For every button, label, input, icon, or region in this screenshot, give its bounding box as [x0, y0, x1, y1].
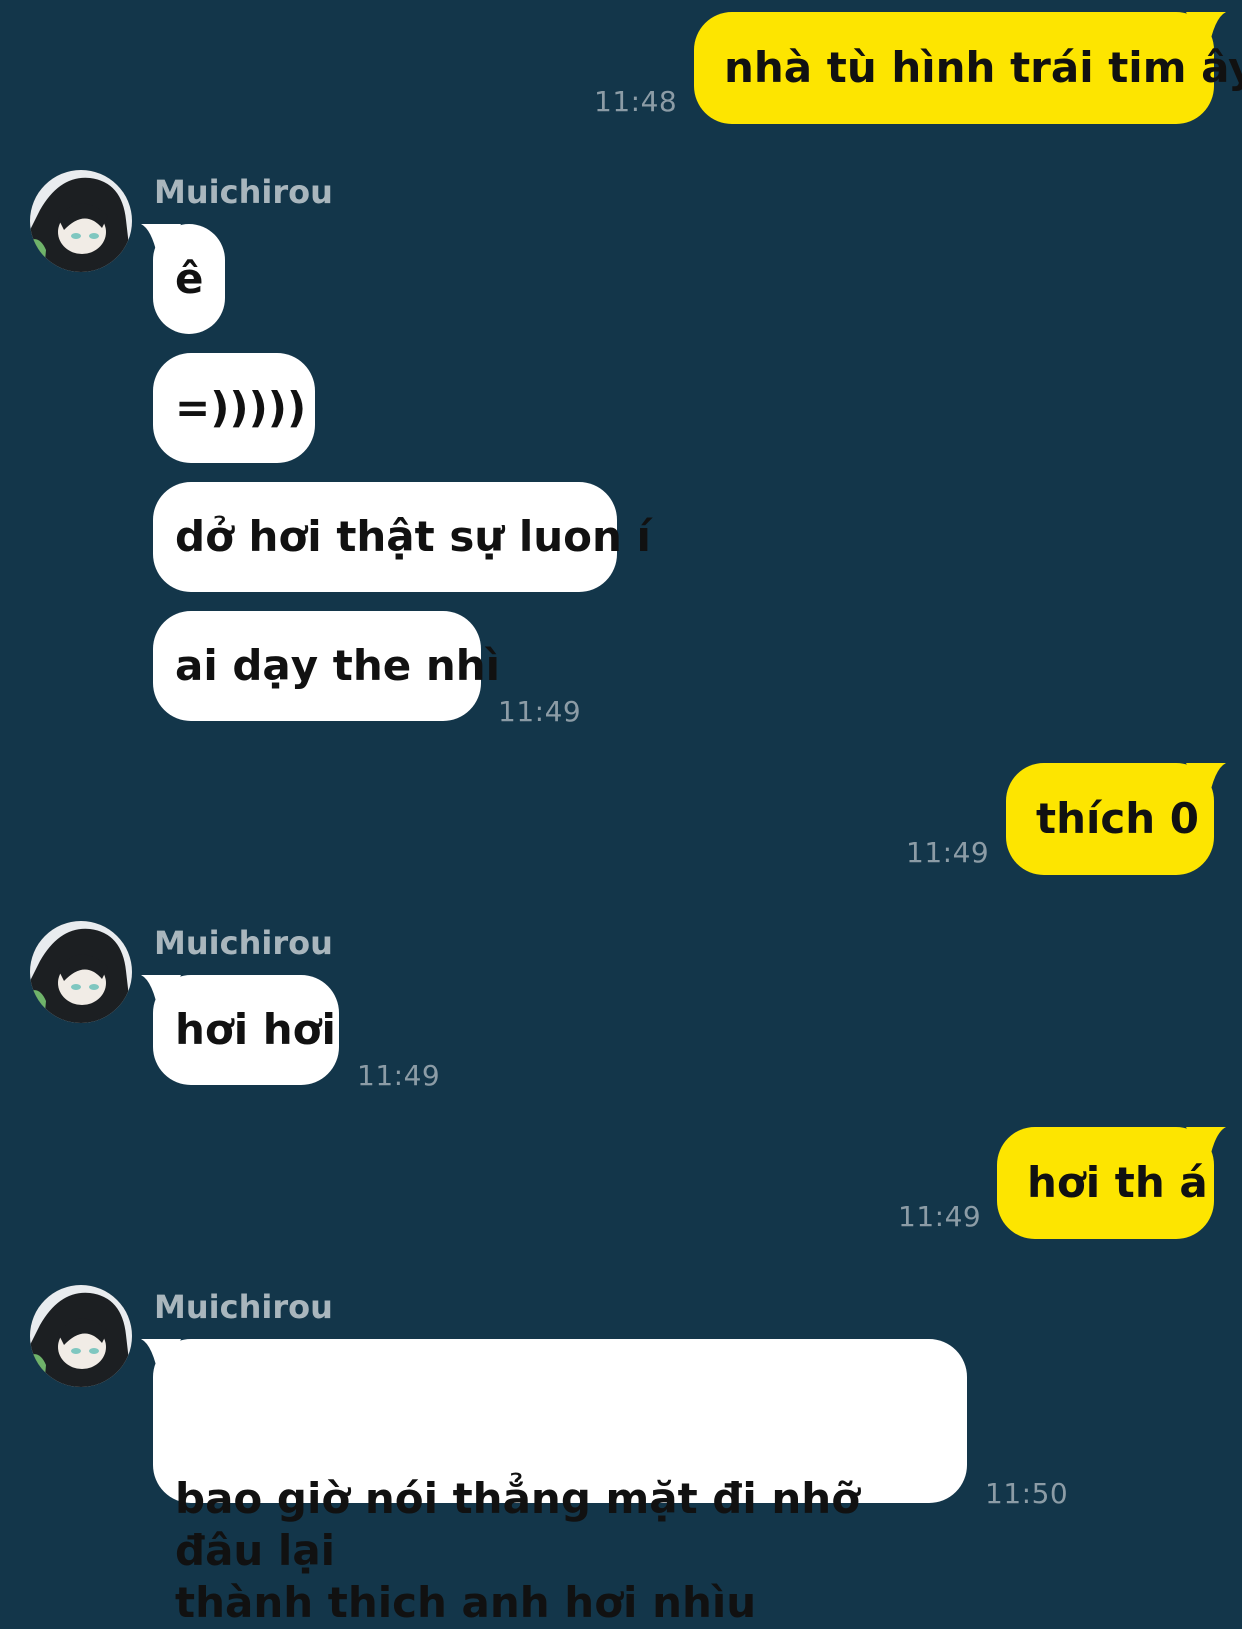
- avatar[interactable]: [30, 921, 132, 1023]
- message-text: dở hơi thật sự luon í: [175, 512, 651, 561]
- message-timestamp: 11:49: [498, 695, 582, 728]
- message-text: bao giờ nói thẳng mặt đi nhỡ đâu lại thà…: [175, 1474, 861, 1627]
- avatar[interactable]: [30, 170, 132, 272]
- message-text: hơi hơi: [175, 1005, 336, 1054]
- bubble-tail-icon: [141, 1339, 181, 1379]
- sender-name: Muichirou: [154, 924, 333, 962]
- anime-character-avatar-icon: [30, 1285, 132, 1387]
- bubble-tail-icon: [1186, 763, 1226, 803]
- message-text: =))))): [175, 383, 307, 432]
- message-timestamp: 11:49: [906, 836, 990, 869]
- sender-name: Muichirou: [154, 1288, 333, 1326]
- avatar[interactable]: [30, 1285, 132, 1387]
- message-text: nhà tù hình trái tim ây: [724, 43, 1242, 92]
- outgoing-message-bubble[interactable]: hơi th á: [997, 1127, 1226, 1239]
- message-timestamp: 11:48: [594, 85, 678, 118]
- bubble-tail-icon: [1186, 12, 1226, 52]
- bubble-tail-icon: [1186, 1127, 1226, 1167]
- anime-character-avatar-icon: [30, 170, 132, 272]
- incoming-message-bubble[interactable]: ai dạy the nhì: [153, 611, 500, 721]
- incoming-message-bubble[interactable]: ê: [141, 224, 225, 334]
- outgoing-message-bubble[interactable]: nhà tù hình trái tim ây: [694, 12, 1242, 124]
- bubble-tail-icon: [141, 224, 181, 264]
- message-timestamp: 11:49: [357, 1059, 441, 1092]
- anime-character-avatar-icon: [30, 921, 132, 1023]
- message-text: ai dạy the nhì: [175, 641, 501, 690]
- outgoing-message-bubble[interactable]: thích 0: [1006, 763, 1226, 875]
- incoming-message-bubble[interactable]: dở hơi thật sự luon í: [153, 482, 651, 592]
- message-timestamp: 11:50: [985, 1477, 1069, 1510]
- incoming-message-bubble[interactable]: hơi hơi: [141, 975, 339, 1085]
- incoming-message-bubble[interactable]: =))))): [153, 353, 315, 463]
- message-timestamp: 11:49: [898, 1200, 982, 1233]
- sender-name: Muichirou: [154, 173, 333, 211]
- message-text: thích 0: [1036, 794, 1200, 843]
- message-text: hơi th á: [1027, 1158, 1208, 1207]
- bubble-tail-icon: [141, 975, 181, 1015]
- incoming-message-bubble[interactable]: bao giờ nói thẳng mặt đi nhỡ đâu lại thà…: [141, 1339, 967, 1627]
